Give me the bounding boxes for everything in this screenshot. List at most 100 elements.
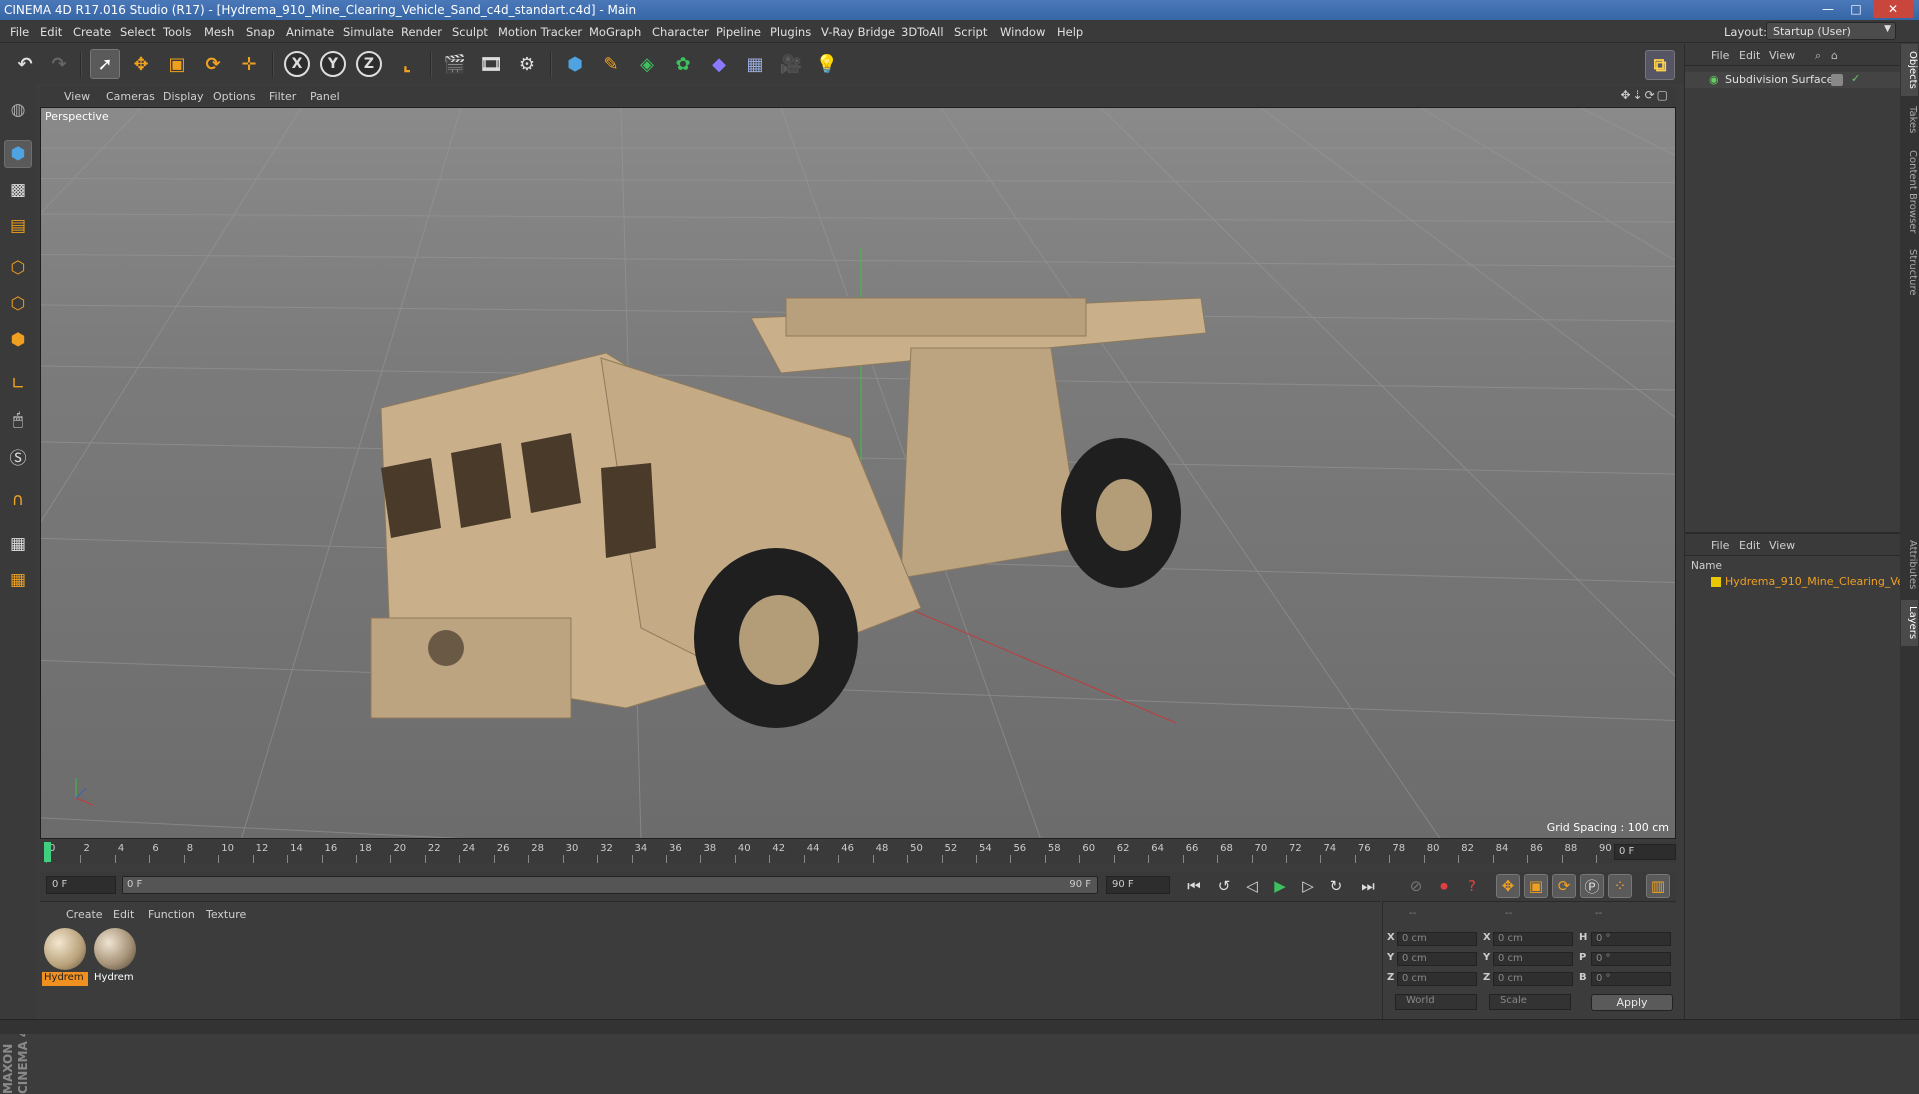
enabled-check-icon[interactable]: ✓	[1851, 72, 1860, 85]
lock-workplane-button[interactable]: ▦	[4, 530, 32, 558]
maximize-button[interactable]: □	[1843, 0, 1869, 18]
go-to-end-button[interactable]: ⏭	[1356, 874, 1380, 898]
minimize-button[interactable]: —	[1815, 0, 1841, 18]
end-frame-field[interactable]: 90 F	[1106, 876, 1170, 894]
scale-button[interactable]: ▣	[162, 49, 192, 79]
key-pla-button[interactable]: ⁘	[1608, 874, 1632, 898]
object-row[interactable]: ◉ Subdivision Surface ✓	[1685, 72, 1901, 88]
tweak-mode-button[interactable]: 🖱	[4, 406, 32, 434]
render-settings-button[interactable]: ⚙	[512, 49, 542, 79]
menu-render[interactable]: Render	[401, 25, 442, 39]
recent-tool-button[interactable]: ✛	[234, 49, 264, 79]
go-to-start-button[interactable]: ⏮	[1182, 874, 1206, 898]
record-keyframe-button[interactable]: ⊘	[1404, 874, 1428, 898]
home-icon[interactable]: ⌂	[1831, 49, 1838, 62]
menu-help[interactable]: Help	[1057, 25, 1083, 39]
layers-menu-view[interactable]: View	[1769, 539, 1795, 552]
menu-create[interactable]: Create	[73, 25, 111, 39]
render-view-button[interactable]: 🎬	[440, 49, 470, 79]
key-scale-button[interactable]: ▣	[1524, 874, 1548, 898]
make-editable-button[interactable]: ◍	[4, 96, 32, 124]
menu-character[interactable]: Character	[652, 25, 709, 39]
enable-axis-button[interactable]: ∟	[4, 370, 32, 398]
menu-simulate[interactable]: Simulate	[343, 25, 394, 39]
viewport-menu-view[interactable]: View	[64, 90, 90, 103]
layers-menu-edit[interactable]: Edit	[1739, 539, 1760, 552]
tab-structure[interactable]: Structure	[1901, 242, 1918, 302]
tab-attributes[interactable]: Attributes	[1901, 534, 1918, 596]
add-array-button[interactable]: ✿	[668, 49, 698, 79]
material-menu-edit[interactable]: Edit	[113, 908, 134, 921]
viewport-menu-options[interactable]: Options	[213, 90, 255, 103]
coordinate-space-dropdown[interactable]: World	[1395, 994, 1477, 1010]
viewport-menu-panel[interactable]: Panel	[310, 90, 340, 103]
rotation-p-field[interactable]: 0 °	[1591, 952, 1671, 966]
rotation-b-field[interactable]: 0 °	[1591, 972, 1671, 986]
apply-button[interactable]: Apply	[1591, 994, 1673, 1011]
z-axis-button[interactable]: Z	[356, 51, 382, 77]
workplane-mode-button[interactable]: ▤	[4, 212, 32, 240]
key-rotation-button[interactable]: ⟳	[1552, 874, 1576, 898]
coordinate-mode-dropdown[interactable]: Scale	[1489, 994, 1571, 1010]
search-icon[interactable]: ⌕	[1815, 49, 1821, 63]
size-z-field[interactable]: 0 cm	[1493, 972, 1573, 986]
menu-select[interactable]: Select	[120, 25, 155, 39]
tab-objects[interactable]: Objects	[1901, 44, 1918, 96]
perspective-viewport[interactable]: Perspective Grid Spacing : 100 cm	[40, 107, 1676, 839]
menu-script[interactable]: Script	[954, 25, 987, 39]
menu-sculpt[interactable]: Sculpt	[452, 25, 488, 39]
rotate-button[interactable]: ⟳	[198, 49, 228, 79]
menu-snap[interactable]: Snap	[246, 25, 275, 39]
timeline-ruler[interactable]: 0 2 4 6 8 10 12 14 16 18 20 22 24 26 28 30 32 34 36 38 40 42 4…	[40, 841, 1676, 863]
position-x-field[interactable]: 0 cm	[1397, 932, 1477, 946]
coordinate-system-button[interactable]: ⌞	[392, 49, 422, 79]
tab-takes[interactable]: Takes	[1901, 100, 1918, 140]
material-swatch[interactable]: Hydrem	[42, 926, 88, 988]
menu-edit[interactable]: Edit	[40, 25, 62, 39]
material-menu-function[interactable]: Function	[148, 908, 195, 921]
previous-frame-button[interactable]: ◁	[1240, 874, 1264, 898]
timeline-window-button[interactable]: ▥	[1646, 874, 1670, 898]
current-frame-field[interactable]: 0 F	[1614, 844, 1676, 860]
live-selection-button[interactable]: ➚	[90, 49, 120, 79]
menu-plugins[interactable]: Plugins	[770, 25, 811, 39]
add-spline-button[interactable]: ✎	[596, 49, 626, 79]
objects-menu-file[interactable]: File	[1711, 49, 1729, 62]
rotation-h-field[interactable]: 0 °	[1591, 932, 1671, 946]
autokey-button[interactable]: ⏺	[1432, 874, 1456, 898]
material-menu-texture[interactable]: Texture	[206, 908, 246, 921]
menu-window[interactable]: Window	[1000, 25, 1045, 39]
material-swatch[interactable]: Hydrem	[92, 926, 138, 988]
x-axis-button[interactable]: X	[284, 51, 310, 77]
render-picture-viewer-button[interactable]: 🎞	[476, 49, 506, 79]
add-floor-button[interactable]: ▦	[740, 49, 770, 79]
position-z-field[interactable]: 0 cm	[1397, 972, 1477, 986]
key-parameter-button[interactable]: Ⓟ	[1580, 874, 1604, 898]
add-deformer-button[interactable]: ◆	[704, 49, 734, 79]
add-light-button[interactable]: 💡	[812, 49, 842, 79]
visibility-tag-icon[interactable]	[1831, 74, 1843, 86]
add-camera-button[interactable]: 🎥	[776, 49, 806, 79]
tab-layers[interactable]: Layers	[1901, 600, 1918, 646]
viewport-menu-cameras[interactable]: Cameras	[106, 90, 155, 103]
start-frame-field[interactable]: 0 F	[46, 876, 116, 894]
menu-motion-tracker[interactable]: Motion Tracker	[498, 25, 582, 39]
viewport-menu-display[interactable]: Display	[163, 90, 204, 103]
menu-3dtoall[interactable]: 3DToAll	[901, 25, 944, 39]
viewport-menu-filter[interactable]: Filter	[269, 90, 296, 103]
size-y-field[interactable]: 0 cm	[1493, 952, 1573, 966]
menu-pipeline[interactable]: Pipeline	[716, 25, 761, 39]
next-frame-button[interactable]: ▷	[1296, 874, 1320, 898]
texture-mode-button[interactable]: ▩	[4, 176, 32, 204]
next-key-button[interactable]: ↻	[1324, 874, 1348, 898]
edges-mode-button[interactable]: ⬡	[4, 290, 32, 318]
key-position-button[interactable]: ✥	[1496, 874, 1520, 898]
playhead-marker[interactable]	[44, 842, 51, 862]
menu-tools[interactable]: Tools	[163, 25, 191, 39]
menu-vray-bridge[interactable]: V-Ray Bridge	[821, 25, 895, 39]
size-x-field[interactable]: 0 cm	[1493, 932, 1573, 946]
add-cube-button[interactable]: ⬢	[560, 49, 590, 79]
y-axis-button[interactable]: Y	[320, 51, 346, 77]
layer-row[interactable]: Hydrema_910_Mine_Clearing_Veh	[1685, 574, 1901, 590]
solo-button[interactable]: Ⓢ	[4, 442, 32, 470]
